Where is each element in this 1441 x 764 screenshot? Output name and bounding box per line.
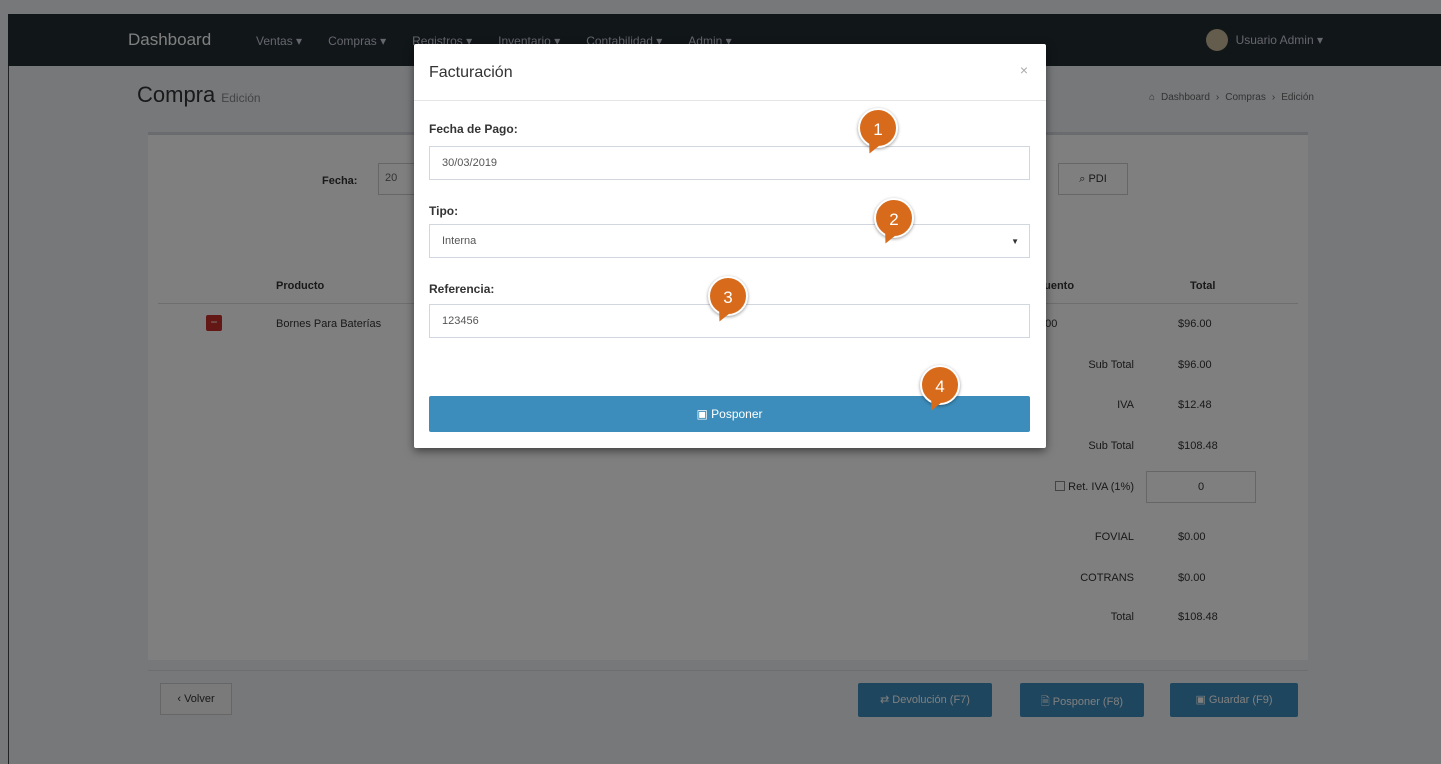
referencia-label: Referencia: — [429, 282, 495, 296]
chevron-down-icon: ▼ — [1011, 237, 1019, 246]
modal-title: Facturación — [429, 64, 513, 81]
modal-header-divider — [414, 100, 1046, 101]
fecha-pago-label: Fecha de Pago: — [429, 122, 518, 136]
annotation-marker-1: 1 — [858, 108, 898, 148]
tipo-select[interactable]: Interna ▼ — [429, 224, 1030, 258]
tipo-label: Tipo: — [429, 204, 459, 218]
tipo-selected-value: Interna — [442, 235, 477, 247]
close-icon[interactable]: × — [1020, 62, 1028, 78]
annotation-marker-4: 4 — [920, 365, 960, 405]
annotation-marker-3: 3 — [708, 276, 748, 316]
annotation-marker-2: 2 — [874, 198, 914, 238]
fecha-pago-input[interactable]: 30/03/2019 — [429, 146, 1030, 180]
